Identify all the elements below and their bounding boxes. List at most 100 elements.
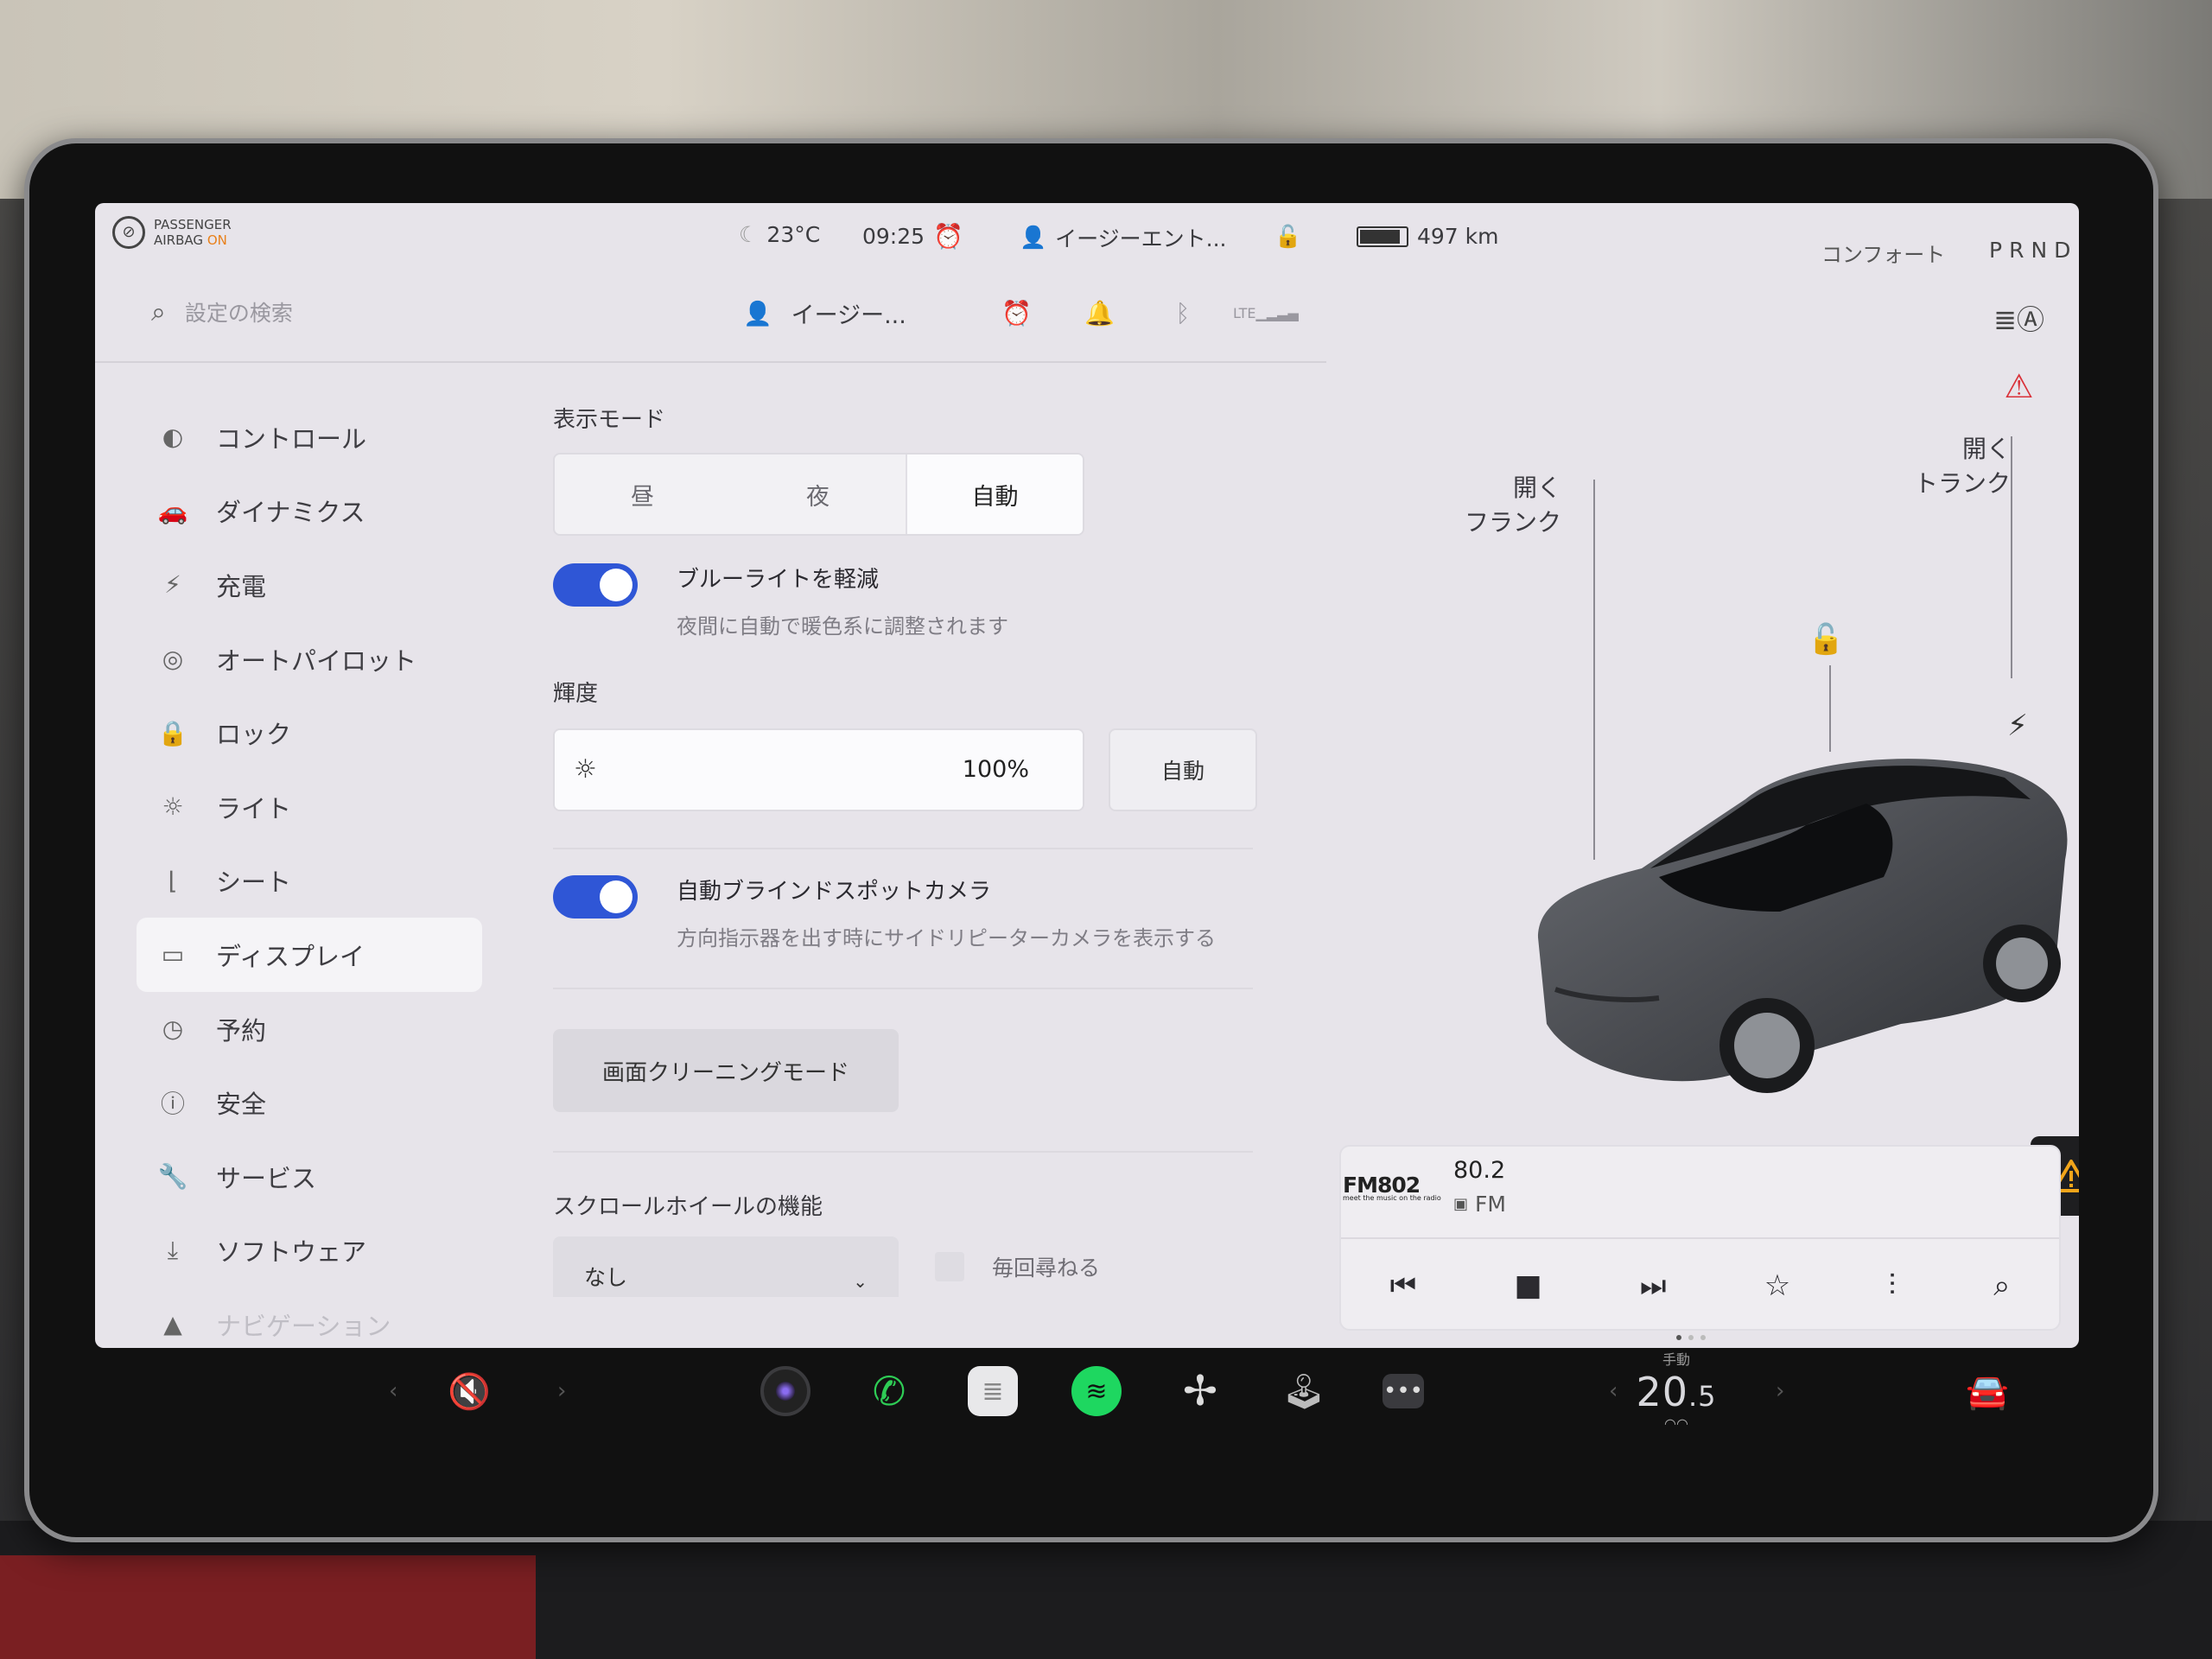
divider xyxy=(553,1151,1253,1153)
camera-icon xyxy=(760,1366,810,1416)
charge-port-icon[interactable]: ⚡ xyxy=(2007,709,2028,743)
favorite-star-icon[interactable]: ☆ xyxy=(1764,1268,1790,1303)
lock-status[interactable]: 🔓 xyxy=(1274,224,1301,250)
toybox-app-button[interactable]: 🕹 xyxy=(1279,1365,1329,1417)
brightness-slider[interactable]: ☼ 100% xyxy=(553,728,1084,811)
media-player: FM802 meet the music on the radio 80.2 ▣… xyxy=(1339,1145,2061,1331)
user-icon: 👤 xyxy=(1020,225,1047,250)
settings-search[interactable]: ⌕ 設定の検索 xyxy=(151,296,293,327)
vehicle-image xyxy=(1538,759,2068,1093)
settings-header: ⌕ 設定の検索 👤 イージー... ⏰ 🔔 ᛒ LTE▁▂▃▄ xyxy=(95,272,1326,363)
scroll-wheel-row: なし ⌄ 毎回尋ねる xyxy=(553,1236,1331,1297)
blue-light-row: ブルーライトを軽減 夜間に自動で暖色系に調整されます xyxy=(553,562,1331,639)
cabin-temp-decimal: .5 xyxy=(1688,1380,1717,1413)
blue-light-toggle[interactable] xyxy=(553,563,638,607)
search-icon: ⌕ xyxy=(151,296,166,327)
brightness-value: 100% xyxy=(962,756,1029,783)
search-icon[interactable]: ⌕ xyxy=(1993,1268,2010,1303)
car-controls-icon[interactable]: 🚘 xyxy=(1966,1365,2009,1417)
sidebar-item[interactable]: ⚡ 充電 xyxy=(137,548,534,622)
joystick-icon: 🕹 xyxy=(1281,1371,1326,1412)
sidebar-item-label: ナビゲーション xyxy=(216,1311,391,1341)
sidebar-item[interactable]: ⌊ シート xyxy=(137,844,534,918)
alarm-clock-icon[interactable]: ⏰ xyxy=(976,299,1058,327)
mode-day-button[interactable]: 昼 xyxy=(555,454,730,534)
display-settings-panel: 表示モード 昼 夜 自動 ブルーライトを軽減 夜間に自動で暖色系に調整されます … xyxy=(553,402,1331,1297)
temp-up-chevron-icon[interactable]: › xyxy=(1776,1365,1784,1417)
next-track-icon[interactable]: ⏭ xyxy=(1640,1268,1667,1303)
sidebar-item-label: サービス xyxy=(216,1163,317,1193)
phone-app-button[interactable]: ✆ xyxy=(864,1365,914,1417)
navigation-icon: ▲ xyxy=(163,1310,182,1339)
trunk-action: 開く xyxy=(1962,435,2012,463)
more-dots-icon: ••• xyxy=(1382,1374,1424,1408)
frunk-open-button[interactable]: 開く フランク xyxy=(1465,471,1561,540)
sidebar-item[interactable]: ⤓ ソフトウェア xyxy=(137,1214,534,1288)
profile-name: イージー... xyxy=(791,302,906,329)
page-dot xyxy=(1688,1335,1694,1340)
display-mode-label: 表示モード xyxy=(553,407,666,433)
lte-signal-icon[interactable]: LTE▁▂▃▄ xyxy=(1224,305,1307,321)
sidebar-item[interactable]: ☼ ライト xyxy=(137,770,534,844)
camera-app-button[interactable] xyxy=(760,1365,810,1417)
stop-icon[interactable]: ■ xyxy=(1515,1268,1542,1303)
trunk-label: トランク xyxy=(1914,469,2012,498)
trunk-open-button[interactable]: 開く トランク xyxy=(1914,432,2011,501)
sidebar-item[interactable]: 🔒 ロック xyxy=(137,696,534,770)
brightness-auto-button[interactable]: 自動 xyxy=(1109,728,1257,811)
sidebar-item[interactable]: 🚗 ダイナミクス xyxy=(137,474,534,549)
mode-night-button[interactable]: 夜 xyxy=(730,454,906,534)
climate-control[interactable]: 手動 20.5 ◠◠ xyxy=(1581,1348,1771,1452)
equalizer-icon[interactable]: ⫶ xyxy=(1889,1268,1897,1303)
mode-auto-button[interactable]: 自動 xyxy=(906,454,1083,534)
radio-icon: ▣ xyxy=(1453,1195,1469,1213)
download-icon: ⤓ xyxy=(167,1236,179,1265)
sidebar-item[interactable]: ◎ オートパイロット xyxy=(137,622,534,696)
sidebar-item-label: ロック xyxy=(216,720,292,750)
battery-fill xyxy=(1360,229,1401,244)
unlocked-icon: 🔓 xyxy=(1274,224,1302,249)
ask-each-time-checkbox[interactable] xyxy=(935,1252,964,1281)
touchscreen: ⊘ PASSENGER AIRBAG ON ☾ 23°C 09:25 ⏰ 👤 イ… xyxy=(95,203,2079,1348)
volume-up-chevron-icon[interactable]: › xyxy=(557,1365,566,1417)
sidebar-item-label: シート xyxy=(216,868,292,898)
mute-icon[interactable]: 🔇 xyxy=(448,1365,491,1417)
header-quick-icons: 👤 イージー... ⏰ 🔔 ᛒ LTE▁▂▃▄ xyxy=(743,296,1307,330)
page-dot xyxy=(1676,1335,1681,1340)
sidebar-item[interactable]: 🔧 サービス xyxy=(137,1140,534,1214)
sidebar-item-label: オートパイロット xyxy=(216,645,417,676)
scroll-wheel-selected: なし xyxy=(584,1265,628,1290)
fan-app-button[interactable]: ✢ xyxy=(1175,1365,1225,1417)
more-apps-button[interactable]: ••• xyxy=(1382,1365,1424,1417)
spotify-app-button[interactable]: ≋ xyxy=(1071,1365,1122,1417)
lightning-icon: ⚡ xyxy=(164,570,181,600)
trunk-callout-line xyxy=(2011,436,2012,678)
sidebar-item[interactable]: ◐ コントロール xyxy=(137,400,534,474)
sidebar-item[interactable]: ▲ ナビゲーション xyxy=(137,1287,534,1348)
screen-cleaning-mode-button[interactable]: 画面クリーニングモード xyxy=(553,1029,899,1112)
sidebar-item-label: 充電 xyxy=(216,571,267,601)
volume-down-chevron-icon[interactable]: ‹ xyxy=(389,1365,397,1417)
bluetooth-icon[interactable]: ᛒ xyxy=(1141,299,1224,327)
blind-spot-toggle[interactable] xyxy=(553,875,638,918)
sidebar-item-label: ディスプレイ xyxy=(216,941,365,971)
driver-profile[interactable]: 👤 イージーエント... xyxy=(1020,222,1226,253)
scroll-wheel-dropdown[interactable]: なし ⌄ xyxy=(553,1236,899,1297)
notepad-app-button[interactable]: ≣ xyxy=(968,1365,1018,1417)
profile-button[interactable]: 👤 イージー... xyxy=(743,296,906,330)
bell-icon[interactable]: 🔔 xyxy=(1058,299,1141,327)
blind-spot-title: 自動ブラインドスポットカメラ xyxy=(677,879,992,905)
display-icon: ▭ xyxy=(161,940,185,969)
sidebar-item[interactable]: ◷ 予約 xyxy=(137,992,534,1066)
airbag-line2: AIRBAG xyxy=(154,232,204,248)
sidebar-item-label: コントロール xyxy=(216,423,367,454)
sidebar-item[interactable]: ▭ ディスプレイ xyxy=(137,918,482,992)
vehicle-unlocked-icon[interactable]: 🔓 xyxy=(1808,622,1844,657)
previous-track-icon[interactable]: ⏮ xyxy=(1390,1268,1417,1303)
scroll-wheel-label: スクロールホイールの機能 xyxy=(553,1194,823,1220)
battery-icon xyxy=(1357,226,1408,247)
range-text: 497 km xyxy=(1417,224,1499,249)
defrost-icon: ◠◠ xyxy=(1664,1415,1688,1432)
sidebar-item[interactable]: ⓘ 安全 xyxy=(137,1065,534,1140)
cabin-temp-whole: 20 xyxy=(1636,1369,1688,1415)
